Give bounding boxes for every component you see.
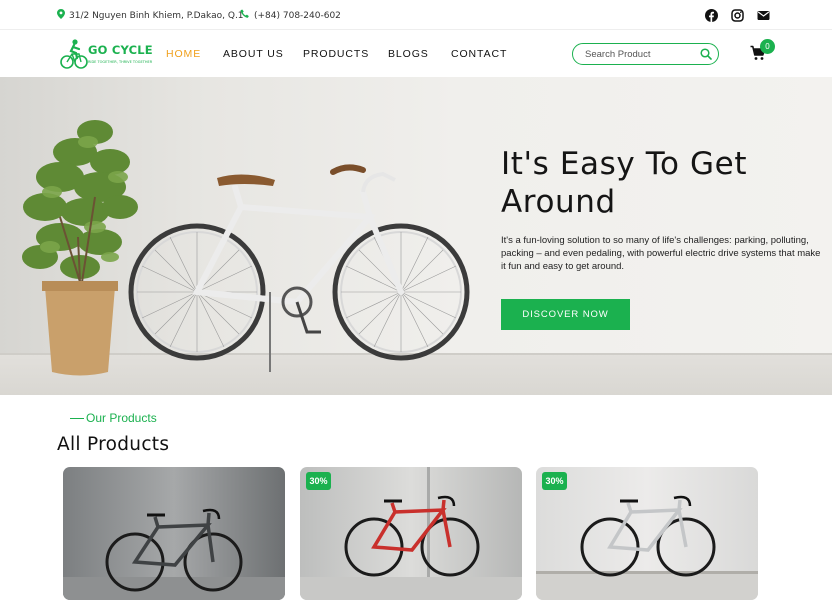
- product-card[interactable]: 30%: [536, 467, 758, 600]
- nav-blogs[interactable]: BLOGS: [388, 48, 429, 60]
- section-title: All Products: [57, 434, 170, 455]
- hero-bicycle-image: [128, 164, 470, 372]
- hero-description: It's a fun-loving solution to so many of…: [501, 235, 821, 272]
- cart-count-badge: 0: [760, 39, 775, 54]
- main-header: GO CYCLE RIDE TOGETHER, THRIVE TOGETHER …: [0, 30, 832, 77]
- kicker-line: [70, 417, 84, 419]
- phone-info[interactable]: (+84) 708-240-602: [240, 9, 341, 22]
- discount-badge: 30%: [542, 472, 567, 490]
- hero-title: It's Easy To Get Around: [501, 146, 748, 220]
- product-bicycle-image: [536, 467, 758, 600]
- location-pin-icon: [57, 9, 65, 22]
- section-kicker: Our Products: [70, 411, 157, 425]
- product-bicycle-image: [300, 467, 522, 600]
- product-card[interactable]: 30%: [300, 467, 522, 600]
- product-bicycle-image: [63, 467, 285, 600]
- instagram-icon[interactable]: [731, 7, 744, 22]
- brand-name: GO CYCLE: [88, 43, 153, 57]
- facebook-icon[interactable]: [705, 7, 718, 22]
- nav-home[interactable]: HOME: [166, 48, 201, 60]
- phone-text: (+84) 708-240-602: [254, 10, 341, 21]
- social-links: [705, 7, 770, 22]
- discount-badge: 30%: [306, 472, 331, 490]
- nav-contact[interactable]: CONTACT: [451, 48, 507, 60]
- hero-banner: It's Easy To Get Around It's a fun-lovin…: [0, 77, 832, 395]
- address-text: 31/2 Nguyen Binh Khiem, P.Dakao, Q.1: [69, 10, 244, 21]
- phone-icon: [240, 9, 250, 22]
- brand-logo[interactable]: GO CYCLE RIDE TOGETHER, THRIVE TOGETHER: [60, 37, 153, 71]
- search-box: [572, 43, 719, 65]
- discover-now-button[interactable]: DISCOVER NOW: [501, 299, 630, 330]
- address-info: 31/2 Nguyen Binh Khiem, P.Dakao, Q.1: [57, 9, 244, 22]
- mail-icon[interactable]: [757, 7, 770, 20]
- product-card[interactable]: [63, 467, 285, 600]
- search-icon[interactable]: [700, 48, 712, 60]
- nav-about-us[interactable]: ABOUT US: [223, 48, 284, 60]
- nav-products[interactable]: PRODUCTS: [303, 48, 369, 60]
- cyclist-logo-icon: [60, 39, 88, 69]
- search-input[interactable]: [585, 47, 695, 61]
- section-kicker-text: Our Products: [86, 411, 157, 425]
- top-bar: 31/2 Nguyen Binh Khiem, P.Dakao, Q.1 (+8…: [0, 0, 832, 30]
- brand-tagline: RIDE TOGETHER, THRIVE TOGETHER: [88, 60, 153, 64]
